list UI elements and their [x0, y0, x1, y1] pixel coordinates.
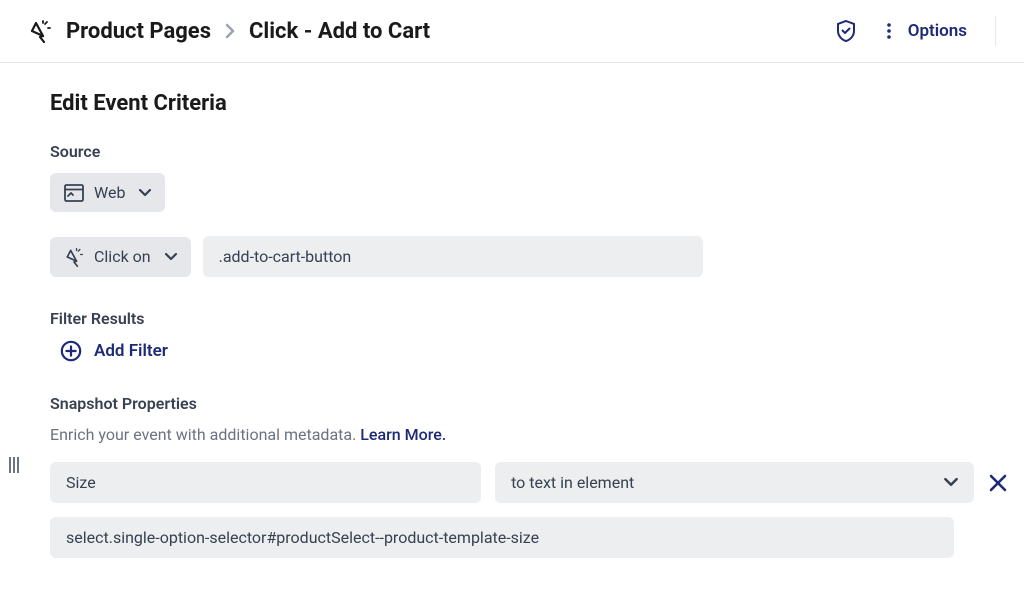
- breadcrumb: Product Pages Click - Add to Cart: [28, 19, 430, 44]
- remove-property-button[interactable]: [988, 473, 1008, 493]
- source-label: Source: [50, 142, 1008, 161]
- snapshot-description: Enrich your event with additional metada…: [50, 425, 1008, 444]
- css-selector-input[interactable]: [203, 236, 703, 277]
- breadcrumb-current: Click - Add to Cart: [249, 19, 430, 44]
- options-label: Options: [908, 21, 967, 41]
- learn-more-link[interactable]: Learn More.: [360, 425, 446, 444]
- property-name-input[interactable]: [50, 462, 481, 503]
- breadcrumb-parent[interactable]: Product Pages: [66, 19, 211, 44]
- cursor-click-icon: [28, 19, 52, 43]
- action-type-select[interactable]: Click on: [50, 237, 191, 277]
- chevron-down-icon: [165, 253, 177, 261]
- filter-results-label: Filter Results: [50, 309, 1008, 328]
- section-title: Edit Event Criteria: [50, 91, 1008, 116]
- plus-circle-icon: [60, 340, 82, 362]
- chevron-right-icon: [225, 23, 235, 39]
- property-type-select[interactable]: to text in element: [495, 462, 974, 503]
- property-selector-input[interactable]: [50, 517, 954, 558]
- snapshot-properties-label: Snapshot Properties: [50, 394, 1008, 413]
- panel-drag-handle[interactable]: [9, 457, 19, 473]
- options-button[interactable]: Options: [880, 21, 967, 41]
- chevron-down-icon: [139, 189, 151, 197]
- chevron-down-icon: [944, 478, 958, 487]
- add-filter-button[interactable]: Add Filter: [60, 340, 1008, 362]
- shield-icon[interactable]: [834, 19, 858, 43]
- source-select[interactable]: Web: [50, 173, 165, 212]
- kebab-icon: [880, 22, 898, 40]
- divider: [995, 16, 996, 46]
- cursor-click-icon: [64, 247, 84, 267]
- browser-icon: [64, 184, 84, 202]
